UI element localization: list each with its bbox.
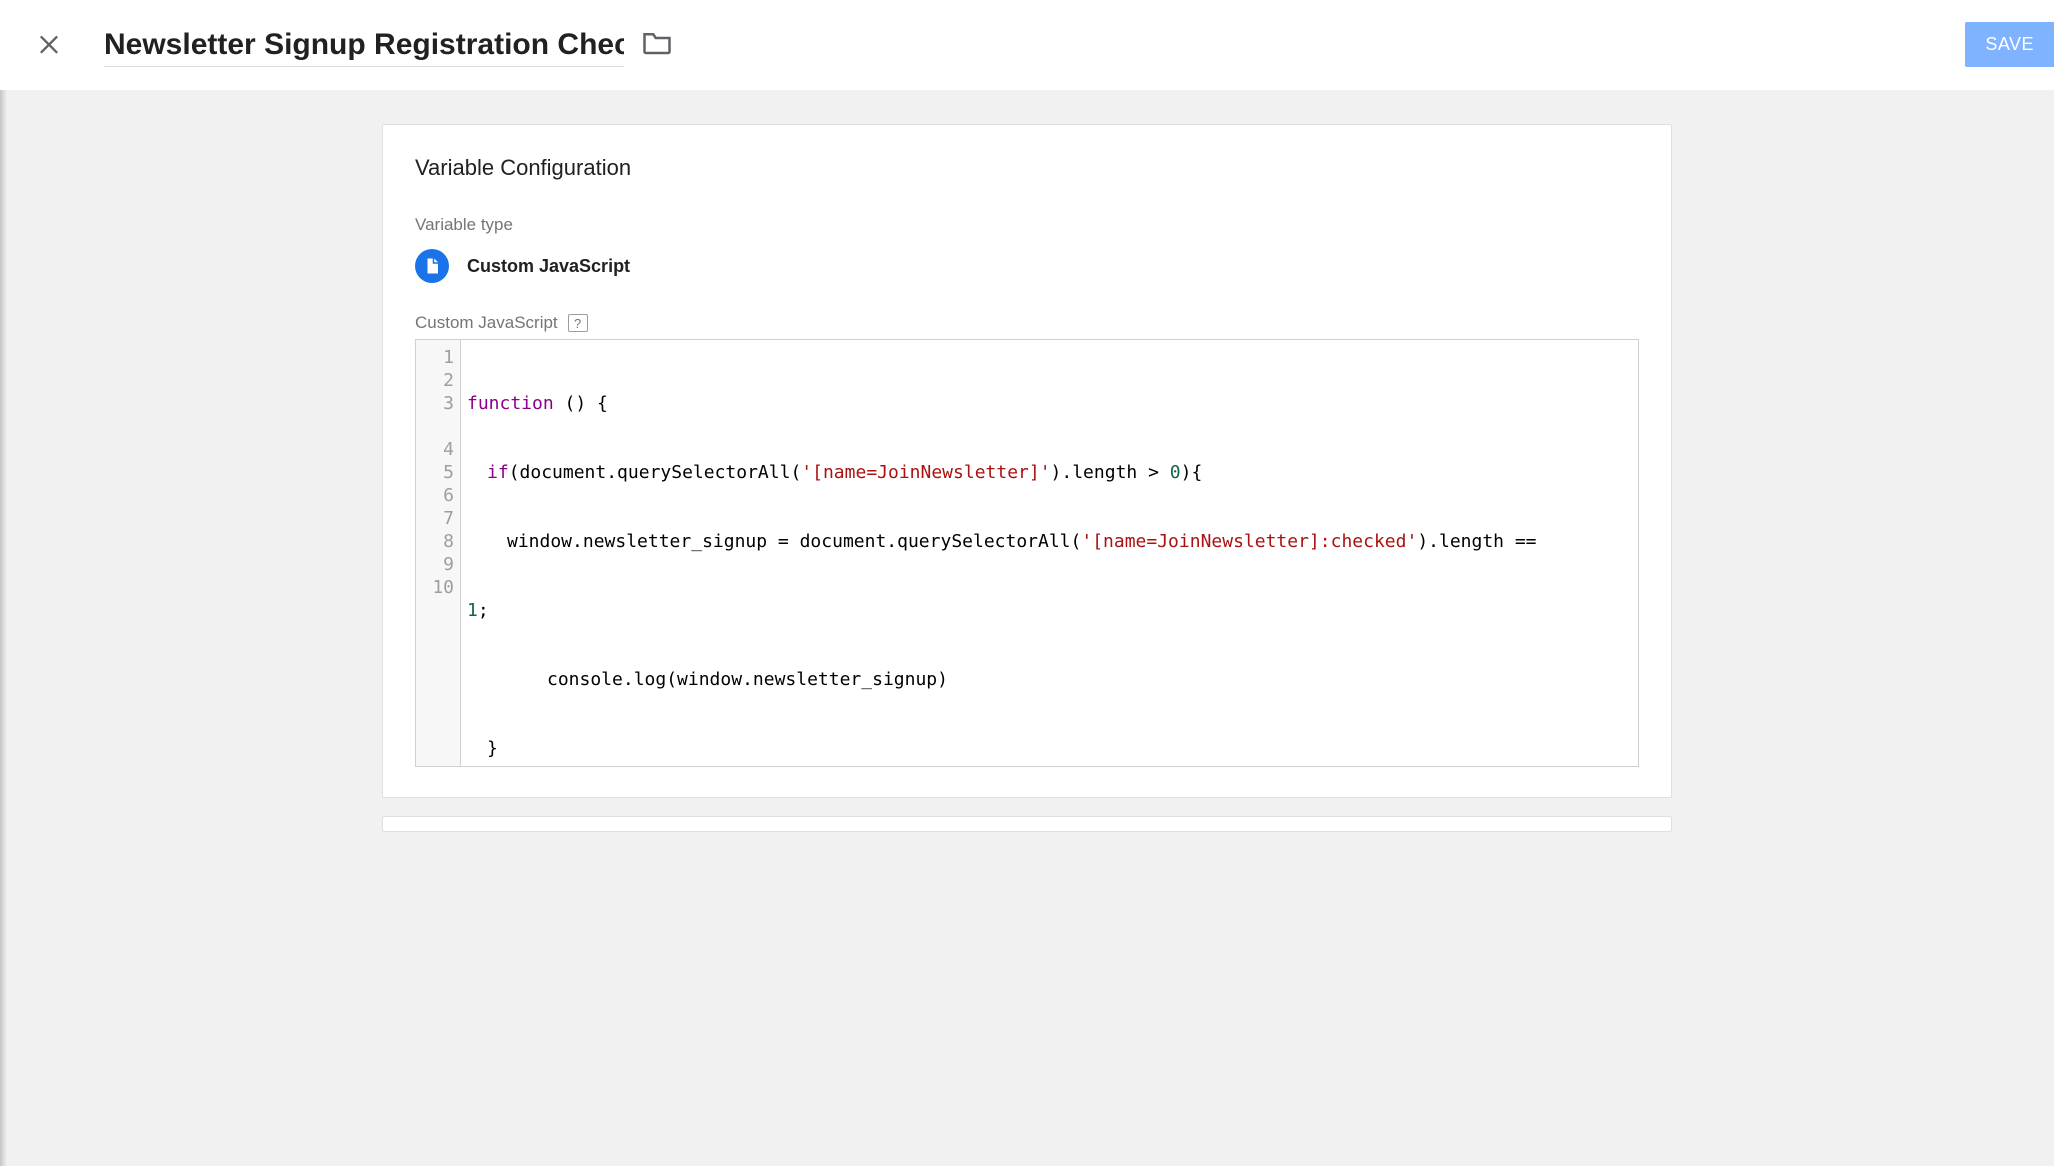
variable-configuration-card: Variable Configuration Variable type Cus…: [382, 124, 1672, 798]
card-title: Variable Configuration: [415, 155, 1639, 181]
line-number: 4: [422, 438, 454, 461]
next-card-peek: [382, 816, 1672, 832]
code-token: console.log(window.newsletter_signup): [547, 669, 948, 690]
line-number: 3: [422, 392, 454, 415]
line-number: 7: [422, 507, 454, 530]
close-icon: [35, 29, 63, 62]
code-body[interactable]: function () { if(document.querySelectorA…: [461, 340, 1638, 766]
code-token: ;: [478, 600, 489, 621]
code-token: }: [487, 738, 498, 759]
code-token: ).length ==: [1417, 531, 1547, 552]
title-wrap: [104, 24, 672, 67]
code-token: ).length >: [1051, 462, 1170, 483]
code-token: (document.querySelectorAll(: [509, 462, 802, 483]
line-number: 6: [422, 484, 454, 507]
line-number: 8: [422, 530, 454, 553]
line-number: 5: [422, 461, 454, 484]
code-token: function: [467, 393, 554, 414]
line-number: 10: [422, 576, 454, 599]
code-token: 0: [1170, 462, 1181, 483]
field-label-row: Custom JavaScript ?: [415, 313, 1639, 333]
folder-button[interactable]: [642, 30, 672, 61]
code-token: 1: [467, 600, 478, 621]
custom-js-field-label: Custom JavaScript: [415, 313, 558, 333]
code-gutter: 1 2 3 4 5 6 7 8 9 10: [416, 340, 461, 766]
line-number: 1: [422, 346, 454, 369]
code-token: if: [487, 462, 509, 483]
top-bar: SAVE: [0, 0, 2054, 90]
code-token: '[name=JoinNewsletter]': [801, 462, 1050, 483]
code-token: window.newsletter_signup = document.quer…: [507, 531, 1081, 552]
variable-name-input[interactable]: [104, 24, 624, 67]
variable-type-label: Variable type: [415, 215, 1639, 235]
code-token: () {: [554, 393, 608, 414]
code-token: ){: [1181, 462, 1203, 483]
custom-js-icon: [415, 249, 449, 283]
variable-type-value: Custom JavaScript: [467, 256, 630, 277]
line-number: 9: [422, 553, 454, 576]
code-token: '[name=JoinNewsletter]:checked': [1081, 531, 1417, 552]
code-editor[interactable]: 1 2 3 4 5 6 7 8 9 10 function () { if(do…: [415, 339, 1639, 767]
panel-left-shadow: [0, 0, 7, 1166]
folder-icon: [642, 30, 672, 61]
content-area: Variable Configuration Variable type Cus…: [0, 90, 2054, 1166]
variable-type-row[interactable]: Custom JavaScript: [415, 249, 1639, 283]
help-button[interactable]: ?: [568, 314, 588, 332]
close-button[interactable]: [24, 20, 74, 70]
line-number: 2: [422, 369, 454, 392]
save-button[interactable]: SAVE: [1965, 22, 2054, 67]
